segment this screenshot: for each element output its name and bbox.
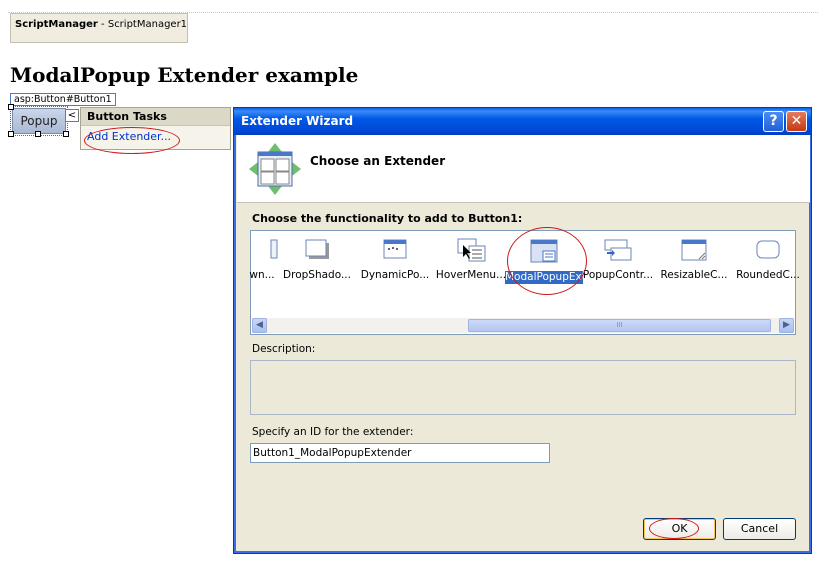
resize-handle[interactable] bbox=[8, 131, 14, 137]
extender-label: DynamicPo... bbox=[360, 269, 430, 281]
button-tasks-panel: Button Tasks Add Extender... bbox=[80, 107, 231, 150]
resize-handle[interactable] bbox=[35, 131, 41, 137]
extender-item[interactable]: ResizableC... bbox=[655, 237, 733, 297]
extender-label: PopupContr... bbox=[582, 269, 654, 281]
extender-list[interactable]: wn... DropShado... DynamicPo... HoverMen… bbox=[249, 230, 800, 335]
extender-item[interactable]: DynamicPo... bbox=[356, 237, 434, 297]
dropshadow-extender-icon bbox=[305, 239, 329, 259]
hovermenu-extender-icon bbox=[457, 238, 486, 262]
extender-wizard-dialog: Extender Wizard ? ✕ Choose an Extender C… bbox=[233, 107, 812, 554]
extender-id-input[interactable]: Button1_ModalPopupExtender bbox=[250, 443, 550, 463]
resize-handle[interactable] bbox=[8, 104, 14, 110]
dynamicpopulate-extender-icon bbox=[383, 239, 407, 259]
extender-item-selected[interactable]: ModalPopupExtender bbox=[505, 237, 583, 297]
control-tag-label: asp:Button#Button1 bbox=[10, 93, 116, 106]
extender-label: HoverMenu... bbox=[435, 269, 507, 281]
popupcontrol-extender-icon bbox=[604, 239, 632, 261]
description-label: Description: bbox=[252, 343, 316, 355]
description-box bbox=[250, 360, 796, 415]
extender-label: RoundedC... bbox=[736, 269, 800, 281]
wizard-header: Choose an Extender bbox=[237, 135, 810, 203]
dialog-titlebar[interactable]: Extender Wizard ? ✕ bbox=[234, 108, 811, 135]
script-manager-control[interactable]: ScriptManager - ScriptManager1 bbox=[10, 13, 188, 43]
roundedcorners-extender-icon bbox=[756, 240, 780, 259]
help-button[interactable]: ? bbox=[763, 111, 784, 132]
resize-handle[interactable] bbox=[63, 131, 69, 137]
popup-button-selection[interactable]: Popup bbox=[8, 104, 69, 137]
ok-button[interactable]: OK bbox=[643, 518, 716, 540]
wizard-header-title: Choose an Extender bbox=[310, 154, 446, 168]
extender-label: ResizableC... bbox=[660, 269, 728, 281]
choose-functionality-label: Choose the functionality to add to Butto… bbox=[252, 212, 523, 225]
script-manager-type: ScriptManager bbox=[15, 19, 98, 30]
extender-id-label: Specify an ID for the extender: bbox=[252, 426, 414, 438]
extender-label: ModalPopupExtender bbox=[505, 271, 583, 284]
resizablecontrol-extender-icon bbox=[681, 239, 707, 261]
button-tasks-title: Button Tasks bbox=[81, 108, 230, 126]
extender-item[interactable]: DropShado... bbox=[278, 237, 356, 297]
script-manager-name: - ScriptManager1 bbox=[97, 19, 188, 30]
close-button[interactable]: ✕ bbox=[786, 111, 807, 132]
partial-extender-icon bbox=[270, 239, 278, 259]
scroll-thumb[interactable]: III bbox=[468, 319, 771, 332]
scroll-left-arrow-icon[interactable]: ◀ bbox=[252, 318, 267, 333]
modalpopup-extender-icon bbox=[530, 239, 558, 263]
cancel-button[interactable]: Cancel bbox=[723, 518, 796, 540]
extender-item[interactable]: RoundedC... bbox=[729, 237, 807, 297]
dialog-title: Extender Wizard bbox=[241, 114, 354, 128]
extender-item[interactable]: PopupContr... bbox=[579, 237, 657, 297]
extender-item[interactable]: HoverMenu... bbox=[432, 237, 510, 297]
scroll-right-arrow-icon[interactable]: ▶ bbox=[779, 318, 794, 333]
extender-wizard-icon bbox=[249, 143, 301, 195]
smart-tag-glyph[interactable]: < bbox=[65, 109, 79, 122]
page-heading: ModalPopup Extender example bbox=[10, 63, 359, 87]
horizontal-scrollbar[interactable]: ◀ III ▶ bbox=[252, 318, 794, 333]
add-extender-link[interactable]: Add Extender... bbox=[81, 126, 230, 147]
extender-label: DropShado... bbox=[283, 269, 351, 281]
